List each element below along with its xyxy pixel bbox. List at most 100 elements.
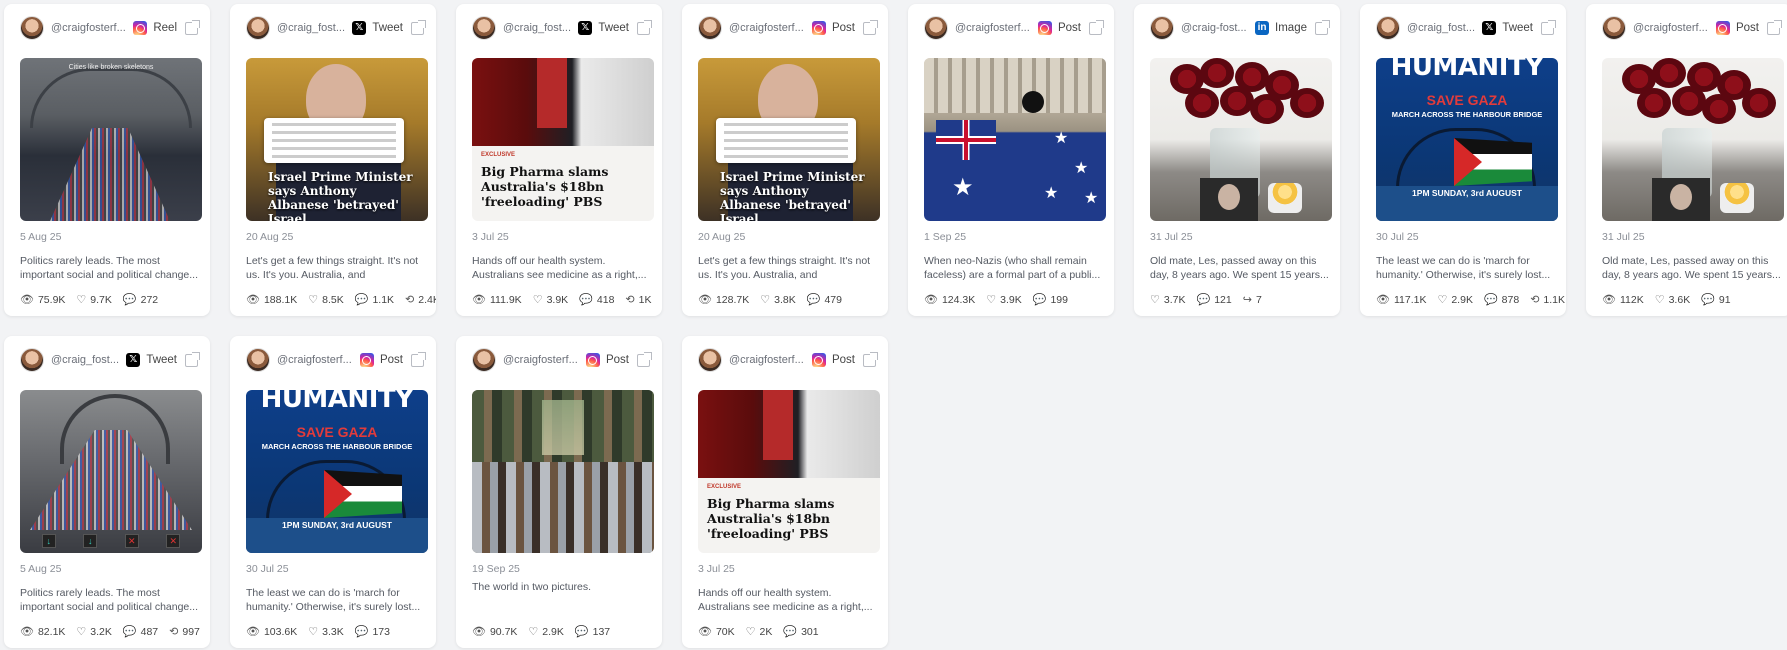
post-card[interactable]: @craigfosterf... Post 19 Sep 25 The world i… <box>456 336 662 648</box>
external-link-icon[interactable] <box>1767 19 1782 35</box>
post-thumbnail[interactable] <box>1150 58 1332 221</box>
post-card[interactable]: @craigfosterf... Post Israel Prime Ministe… <box>682 4 888 316</box>
external-link-icon[interactable] <box>637 351 652 367</box>
post-card[interactable]: @craigfosterf... Post 31 Jul 25 Old mate, L… <box>1586 4 1787 316</box>
post-date: 30 Jul 25 <box>246 563 289 575</box>
account-handle[interactable]: @craig-fost... <box>1181 22 1255 34</box>
avatar[interactable] <box>1376 16 1400 40</box>
external-link-icon[interactable] <box>1541 19 1556 35</box>
post-date: 30 Jul 25 <box>1376 231 1419 243</box>
post-thumbnail[interactable]: Cities like broken skeletons <box>20 58 202 221</box>
likes-icon: ♡ <box>76 625 87 638</box>
external-link-icon[interactable] <box>411 351 426 367</box>
card-header: @craigfosterf... Reel <box>4 4 210 52</box>
candle <box>1720 183 1754 213</box>
x-icon: 𝕏 <box>352 21 367 35</box>
avatar[interactable] <box>246 348 270 372</box>
avatar[interactable] <box>698 348 722 372</box>
views-stat-value: 70K <box>715 625 735 638</box>
post-thumbnail[interactable]: HUMANITY SAVE GAZA MARCH ACROSS THE HARBOU… <box>1376 58 1558 221</box>
post-thumbnail[interactable] <box>1602 58 1784 221</box>
account-handle[interactable]: @craigfosterf... <box>1633 22 1711 34</box>
avatar[interactable] <box>246 16 270 40</box>
views-stat-value: 124.3K <box>941 293 976 306</box>
post-card[interactable]: @craigfosterf... Reel Cities like broken s… <box>4 4 210 316</box>
account-handle[interactable]: @craigfosterf... <box>955 22 1033 34</box>
framed-photo <box>1652 178 1710 221</box>
external-link-icon[interactable] <box>637 19 652 35</box>
external-link-icon[interactable] <box>185 351 200 367</box>
news-headline: Big Pharma slams Australia's $18bn 'free… <box>707 496 835 541</box>
account-handle[interactable]: @craigfosterf... <box>51 22 129 34</box>
engagement-stats: 👁 90.7K ♡ 2.9K 💬 137 <box>472 625 610 638</box>
avatar[interactable] <box>472 348 496 372</box>
views-stat: 👁 128.7K <box>698 293 749 306</box>
external-link-icon[interactable] <box>185 19 200 35</box>
likes-stat-value: 2.9K <box>542 625 564 638</box>
post-caption: When neo-Nazis (who shall remain faceles… <box>924 255 1101 281</box>
video-overlay-text: Cities like broken skeletons <box>68 64 154 71</box>
post-card[interactable]: @craig_fost... 𝕏 Tweet ↓ ↓ ✕ ✕ 5 Aug 25 Politics… <box>4 336 210 648</box>
account-handle[interactable]: @craigfosterf... <box>277 354 355 366</box>
external-link-icon[interactable] <box>1089 19 1104 35</box>
account-handle[interactable]: @craig_fost... <box>51 354 126 366</box>
avatar[interactable] <box>1602 16 1626 40</box>
platform-label: 𝕏 Tweet <box>578 21 629 35</box>
post-card[interactable]: @craig_fost... 𝕏 Tweet EXCLUSIVE Big Pharma … <box>456 4 662 316</box>
rose <box>1702 94 1736 124</box>
post-thumbnail[interactable]: ↓ ↓ ✕ ✕ <box>20 390 202 553</box>
likes-icon: ♡ <box>532 293 543 306</box>
account-handle[interactable]: @craig_fost... <box>1407 22 1482 34</box>
avatar[interactable] <box>698 16 722 40</box>
card-header: @craig_fost... 𝕏 Tweet <box>4 336 210 384</box>
avatar[interactable] <box>472 16 496 40</box>
comments-stat: 💬 479 <box>807 293 842 306</box>
platform-label: 𝕏 Tweet <box>126 353 177 367</box>
rose <box>1742 88 1776 118</box>
comments-icon: 💬 <box>122 625 137 638</box>
post-card[interactable]: @craigfosterf... Post ★ ★ ★ ★ ★ 1 Sep 25 When ne… <box>908 4 1114 316</box>
post-thumbnail[interactable] <box>472 390 654 553</box>
external-link-icon[interactable] <box>1315 19 1330 35</box>
likes-stat: ♡ 2.9K <box>1437 293 1472 306</box>
views-stat-value: 117.1K <box>1393 293 1427 306</box>
post-card[interactable]: @craig_fost... 𝕏 Tweet Israel Prime Ministe… <box>230 4 436 316</box>
account-handle[interactable]: @craig_fost... <box>503 22 578 34</box>
external-link-icon[interactable] <box>863 351 878 367</box>
post-card[interactable]: @craigfosterf... Post EXCLUSIVE Big Pharma … <box>682 336 888 648</box>
post-thumbnail[interactable]: EXCLUSIVE Big Pharma slams Australia's $1… <box>472 58 654 221</box>
account-handle[interactable]: @craig_fost... <box>277 22 352 34</box>
account-handle[interactable]: @craigfosterf... <box>729 22 807 34</box>
post-card[interactable]: @craig-fost... in Image 31 Jul 25 Old mate, … <box>1134 4 1340 316</box>
rose <box>1200 58 1234 88</box>
post-card[interactable]: @craigfosterf... Post HUMANITY SAVE GAZA MAR… <box>230 336 436 648</box>
post-thumbnail[interactable]: HUMANITY SAVE GAZA MARCH ACROSS THE HARBOU… <box>246 390 428 553</box>
reposts-stat-value: 1.1K <box>1543 293 1566 306</box>
avatar[interactable] <box>20 16 44 40</box>
likes-stat-value: 2K <box>759 625 773 638</box>
external-link-icon[interactable] <box>411 19 426 35</box>
avatar[interactable] <box>20 348 44 372</box>
post-thumbnail[interactable]: Israel Prime Minister says Anthony Alban… <box>698 58 880 221</box>
banquet-photo <box>472 390 654 462</box>
post-thumbnail[interactable]: EXCLUSIVE Big Pharma slams Australia's $1… <box>698 390 880 553</box>
likes-icon: ♡ <box>1654 293 1665 306</box>
avatar[interactable] <box>1150 16 1174 40</box>
comments-stat-value: 1.1K <box>372 293 395 306</box>
rose <box>1290 88 1324 118</box>
reposts-icon: ⟲ <box>1530 293 1540 306</box>
views-stat: 👁 90.7K <box>472 625 517 638</box>
likes-stat: ♡ 8.5K <box>308 293 343 306</box>
avatar[interactable] <box>924 16 948 40</box>
post-card[interactable]: @craig_fost... 𝕏 Tweet HUMANITY SAVE GAZA MAR… <box>1360 4 1566 316</box>
account-handle[interactable]: @craigfosterf... <box>503 354 581 366</box>
post-thumbnail[interactable]: Israel Prime Minister says Anthony Alban… <box>246 58 428 221</box>
exclusive-tag: EXCLUSIVE <box>707 484 742 490</box>
account-handle[interactable]: @craigfosterf... <box>729 354 807 366</box>
post-thumbnail[interactable]: ★ ★ ★ ★ ★ <box>924 58 1106 221</box>
external-link-icon[interactable] <box>863 19 878 35</box>
card-header: @craigfosterf... Post <box>1586 4 1787 52</box>
views-icon: 👁 <box>698 625 712 638</box>
poster-date: 1PM SUNDAY, 3rd AUGUST <box>1412 188 1522 198</box>
platform-label: Post <box>1037 21 1081 35</box>
